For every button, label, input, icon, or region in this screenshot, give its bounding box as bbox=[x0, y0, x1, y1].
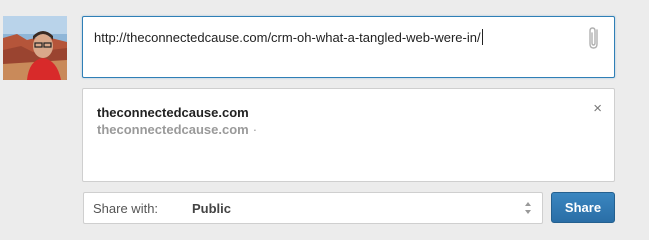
share-button[interactable]: Share bbox=[551, 192, 615, 223]
link-preview-title[interactable]: theconnectedcause.com bbox=[97, 105, 249, 120]
select-arrows-icon bbox=[524, 200, 532, 216]
avatar bbox=[3, 16, 67, 80]
share-with-label: Share with: bbox=[93, 201, 159, 216]
close-icon[interactable]: × bbox=[593, 101, 602, 116]
separator-dot: · bbox=[252, 122, 258, 137]
share-with-value: Public bbox=[192, 201, 232, 216]
share-text-value: http://theconnectedcause.com/crm-oh-what… bbox=[94, 29, 483, 45]
paperclip-icon[interactable] bbox=[586, 25, 602, 51]
avatar-photo bbox=[3, 16, 67, 80]
link-preview-card: theconnectedcause.com theconnectedcause.… bbox=[82, 88, 615, 182]
share-text-input[interactable]: http://theconnectedcause.com/crm-oh-what… bbox=[82, 16, 615, 78]
share-with-select[interactable]: Share with: Public bbox=[83, 192, 543, 224]
text-caret bbox=[481, 29, 483, 45]
link-preview-source: theconnectedcause.com · bbox=[97, 122, 258, 137]
